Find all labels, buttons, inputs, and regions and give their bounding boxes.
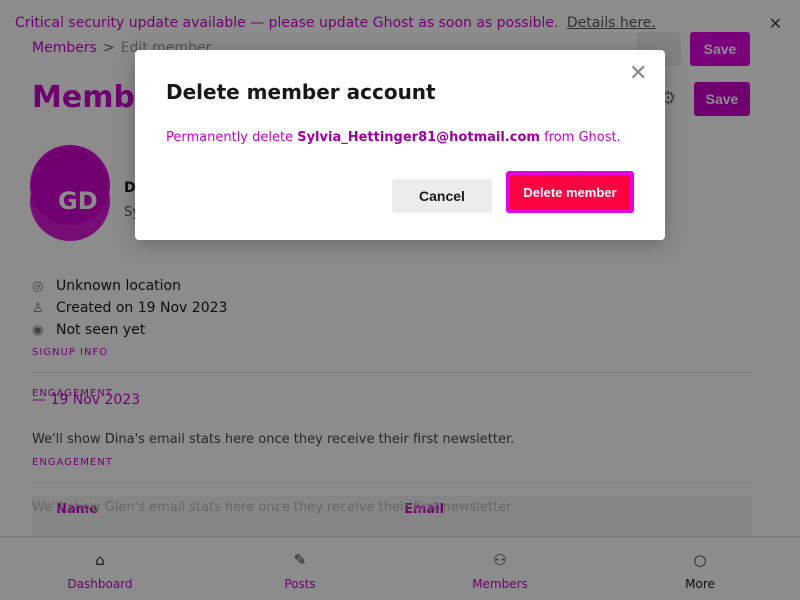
close-icon[interactable]: ✕ [629,63,649,85]
modal-body: Permanently delete Sylvia_Hettinger81@ho… [166,130,621,145]
delete-member-button[interactable]: Delete member [506,171,634,213]
modal-title: Delete member account [166,80,436,104]
modal-email: Sylvia_Hettinger81@hotmail.com [297,130,540,145]
delete-member-modal: Delete member account ✕ Permanently dele… [135,50,665,240]
cancel-button[interactable]: Cancel [392,179,492,213]
